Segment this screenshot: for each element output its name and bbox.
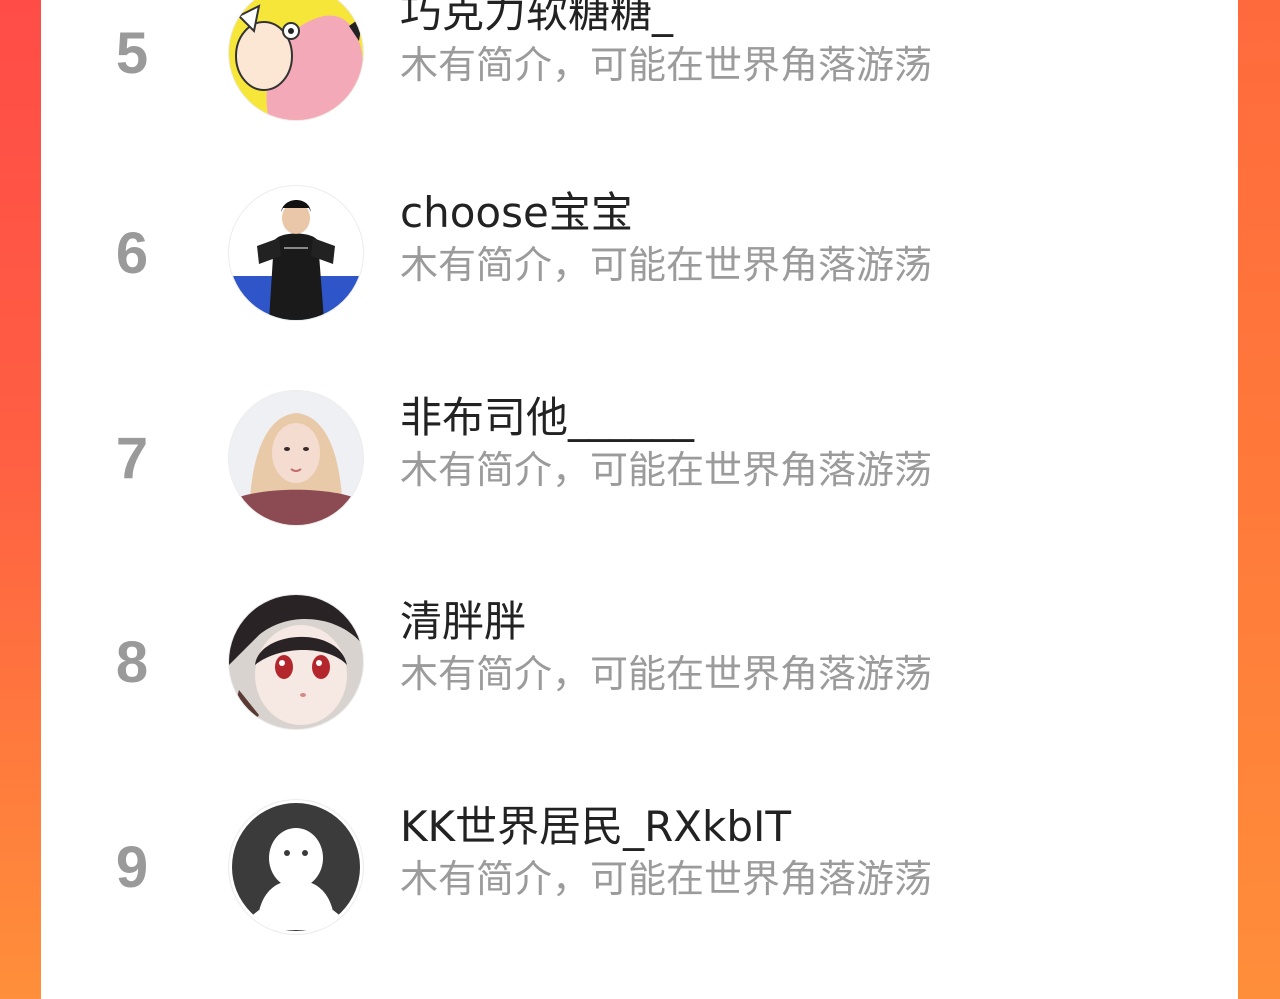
ranking-list-card: 5 巧克力软糖糖_ 木有简介，可能在世界角落游荡 6 choose宝宝 木有简介… bbox=[41, 0, 1238, 999]
user-name[interactable]: 非布司他______ bbox=[400, 392, 694, 444]
default-ghost-avatar-icon bbox=[229, 800, 363, 934]
list-item[interactable]: 7 非布司他______ 木有简介，可能在世界角落游荡 bbox=[41, 378, 1238, 538]
list-item[interactable]: 8 清胖胖 木有简介，可能在世界角落游荡 bbox=[41, 582, 1238, 742]
user-bio: 木有简介，可能在世界角落游荡 bbox=[400, 448, 933, 492]
user-name[interactable]: 巧克力软糖糖_ bbox=[400, 0, 673, 39]
user-bio: 木有简介，可能在世界角落游荡 bbox=[400, 43, 933, 87]
avatar[interactable] bbox=[229, 186, 363, 320]
background-right-edge bbox=[1238, 0, 1280, 999]
avatar[interactable] bbox=[229, 0, 363, 120]
rank-number: 5 bbox=[115, 20, 149, 86]
rank-number: 6 bbox=[115, 220, 149, 286]
anime-girl-avatar-icon bbox=[229, 595, 363, 729]
cartoon-pink-hair-avatar-icon bbox=[229, 0, 363, 120]
list-item[interactable]: 9 KK世界居民_RXkbIT 木有简介，可能在世界角落游荡 bbox=[41, 787, 1238, 947]
avatar[interactable] bbox=[229, 595, 363, 729]
user-bio: 木有简介，可能在世界角落游荡 bbox=[400, 652, 933, 696]
avatar[interactable] bbox=[229, 800, 363, 934]
user-name[interactable]: choose宝宝 bbox=[400, 187, 633, 239]
list-item[interactable]: 6 choose宝宝 木有简介，可能在世界角落游荡 bbox=[41, 173, 1238, 333]
rank-number: 8 bbox=[115, 629, 149, 695]
rank-number: 9 bbox=[115, 834, 149, 900]
rank-number: 7 bbox=[115, 425, 149, 491]
boy-black-jacket-avatar-icon bbox=[229, 186, 363, 320]
user-bio: 木有简介，可能在世界角落游荡 bbox=[400, 243, 933, 287]
user-name[interactable]: 清胖胖 bbox=[400, 596, 526, 648]
user-name[interactable]: KK世界居民_RXkbIT bbox=[400, 801, 791, 853]
list-item[interactable]: 5 巧克力软糖糖_ 木有简介，可能在世界角落游荡 bbox=[41, 0, 1238, 133]
avatar[interactable] bbox=[229, 391, 363, 525]
user-bio: 木有简介，可能在世界角落游荡 bbox=[400, 857, 933, 901]
blonde-girl-photo-avatar-icon bbox=[229, 391, 363, 525]
